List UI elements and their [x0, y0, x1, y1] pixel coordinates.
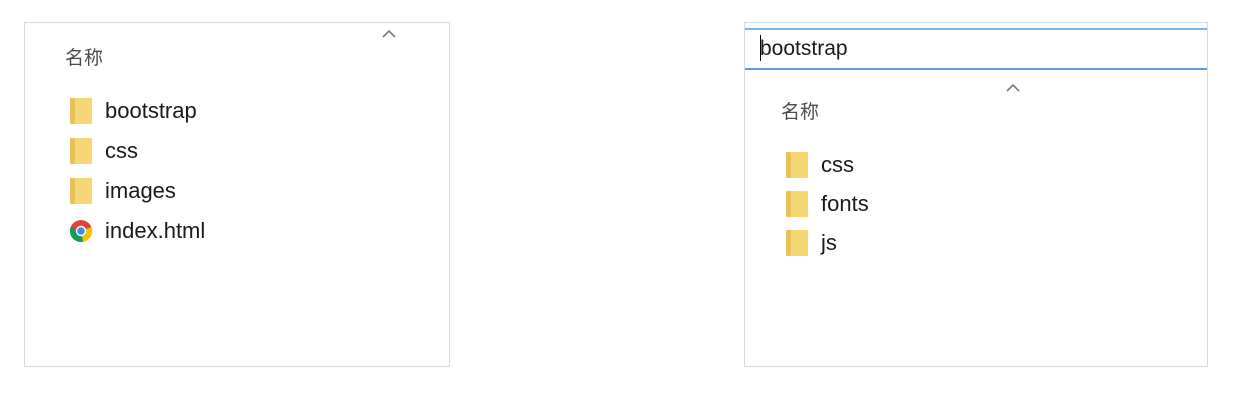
folder-icon	[70, 178, 92, 204]
folder-icon	[70, 98, 92, 124]
name-column-header[interactable]: 名称	[781, 97, 819, 124]
sort-chevron-up-icon[interactable]	[381, 29, 397, 39]
list-item-css[interactable]: css	[785, 145, 869, 184]
file-name: css	[821, 151, 854, 177]
text-caret	[760, 35, 761, 61]
list-item-bootstrap[interactable]: bootstrap	[69, 91, 205, 131]
folder-icon	[786, 151, 808, 178]
file-name: index.html	[105, 218, 206, 243]
address-input[interactable]: bootstrap	[745, 28, 1207, 70]
folder-icon	[786, 229, 808, 256]
chrome-icon	[69, 220, 93, 242]
folder-icon	[70, 138, 92, 164]
file-name: bootstrap	[105, 98, 197, 123]
file-list: css fonts js	[785, 145, 869, 262]
list-item-index-html[interactable]: index.html	[69, 211, 205, 251]
file-name: fonts	[821, 190, 869, 216]
file-explorer-right: bootstrap 名称 css fonts js	[744, 22, 1208, 367]
file-list: bootstrap css images index.html	[69, 91, 205, 251]
file-name: js	[821, 229, 837, 255]
file-name: css	[105, 138, 138, 163]
sort-chevron-up-icon[interactable]	[1005, 83, 1021, 93]
address-value: bootstrap	[760, 37, 848, 60]
file-explorer-left: 名称 bootstrap css images index.html	[24, 22, 450, 367]
list-item-fonts[interactable]: fonts	[785, 184, 869, 223]
file-name: images	[105, 178, 176, 203]
list-item-images[interactable]: images	[69, 171, 205, 211]
folder-icon	[786, 190, 808, 217]
list-item-css[interactable]: css	[69, 131, 205, 171]
list-item-js[interactable]: js	[785, 223, 869, 262]
name-column-header[interactable]: 名称	[65, 43, 103, 70]
